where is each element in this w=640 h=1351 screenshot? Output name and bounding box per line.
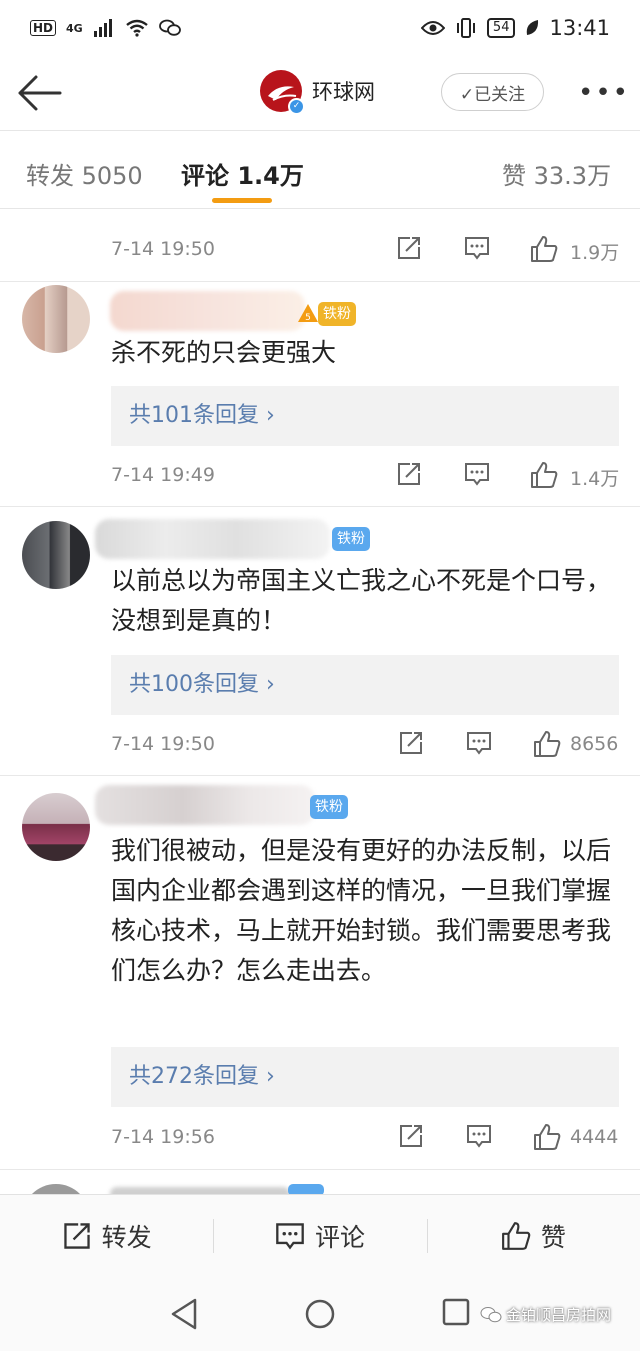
leaf-icon [527, 20, 539, 35]
watermark: 金铂顺昌房拍网 [480, 1304, 611, 1325]
comment-icon[interactable] [466, 730, 492, 756]
top-nav-bar: ✓ 环球网 ✓已关注 ••• [0, 56, 640, 131]
divider [0, 506, 640, 507]
repost-icon[interactable] [398, 1123, 424, 1149]
avatar[interactable] [22, 521, 90, 589]
comment-time: 7-14 19:50 [111, 238, 215, 260]
comment-text: 我们很被动，但是没有更好的办法反制，以后国内企业都会遇到这样的情况，一旦我们掌握… [111, 836, 612, 985]
avatar[interactable] [22, 1184, 90, 1194]
status-left: HD 4G [30, 19, 181, 37]
repost-icon[interactable] [396, 235, 422, 261]
comment-time: 7-14 19:50 [111, 733, 215, 755]
wechat-icon [480, 1306, 502, 1322]
tab-bar: 转发 5050 评论 1.4万 赞 33.3万 [0, 131, 640, 209]
account-name: 环球网 [312, 80, 375, 104]
comment-button[interactable]: 评论 [213, 1195, 426, 1276]
clock: 13:41 [549, 16, 610, 40]
comment-time: 7-14 19:56 [111, 1126, 215, 1148]
repost-icon [63, 1222, 90, 1249]
account-header[interactable]: ✓ 环球网 [260, 70, 375, 115]
like-icon[interactable] [530, 461, 558, 489]
repost-button[interactable]: 转发 [0, 1195, 213, 1276]
iron-fan-badge: 铁粉 [318, 302, 356, 326]
view-replies-link[interactable]: 共101条回复 › [111, 386, 619, 446]
view-replies-link[interactable]: 共100条回复 › [111, 655, 619, 715]
comment-text: 以前总以为帝国主义亡我之心不死是个口号，没想到是真的！ [111, 566, 612, 635]
network-type: 4G [66, 21, 83, 35]
avatar[interactable] [22, 285, 90, 353]
watermark-text: 金铂顺昌房拍网 [506, 1306, 612, 1324]
eye-icon [420, 21, 445, 35]
like-count: 4444 [570, 1126, 619, 1148]
like-button[interactable]: 赞 [426, 1195, 640, 1276]
like-icon[interactable] [533, 1123, 561, 1151]
repost-icon[interactable] [396, 461, 422, 487]
fan-level-icon: 5 [298, 304, 318, 323]
prev-comment-actions: 7-14 19:50 1.9万 [0, 221, 640, 281]
status-bar: HD 4G 54 13:41 [0, 0, 640, 56]
comment-icon[interactable] [464, 461, 490, 487]
like-count: 1.4万 [570, 468, 620, 490]
system-nav-bar: 金铂顺昌房拍网 [0, 1276, 640, 1351]
vibrate-icon [456, 18, 475, 38]
status-right: 54 13:41 [420, 16, 610, 40]
bottom-action-bar: 转发 评论 赞 [0, 1194, 640, 1276]
account-logo: ✓ [260, 70, 305, 115]
like-label: 赞 [540, 1222, 566, 1252]
tab-repost[interactable]: 转发 5050 [26, 156, 143, 191]
comment-actions: 7-14 19:56 4444 [0, 1109, 640, 1169]
like-icon[interactable] [530, 235, 558, 263]
tab-likes[interactable]: 赞 33.3万 [502, 156, 611, 191]
verified-icon: ✓ [288, 98, 305, 115]
view-replies-link[interactable]: 共272条回复 › [111, 1047, 619, 1107]
comment-text: 杀不死的只会更强大 [111, 338, 337, 367]
like-count: 1.9万 [570, 242, 620, 264]
comment-icon[interactable] [466, 1123, 492, 1149]
back-arrow-icon[interactable] [16, 74, 62, 112]
blurred-username[interactable] [95, 519, 330, 559]
like-icon [501, 1221, 531, 1250]
comment-label: 评论 [314, 1222, 365, 1252]
nav-recents-icon[interactable] [442, 1298, 470, 1326]
svg-text:5: 5 [305, 313, 311, 323]
wifi-icon [125, 19, 148, 37]
divider [0, 1169, 640, 1170]
nav-home-icon[interactable] [304, 1298, 336, 1330]
comment-actions: 7-14 19:49 1.4万 [0, 447, 640, 507]
more-menu-icon[interactable]: ••• [578, 78, 630, 108]
iron-fan-badge [288, 1184, 324, 1194]
battery-indicator: 54 [486, 18, 516, 38]
iron-fan-badge: 铁粉 [332, 527, 370, 551]
avatar[interactable] [22, 793, 90, 861]
iron-fan-badge: 铁粉 [310, 795, 348, 819]
comment-icon[interactable] [464, 235, 490, 261]
blurred-username[interactable] [95, 785, 315, 825]
hd-indicator: HD [30, 20, 57, 36]
comment-icon [276, 1222, 304, 1249]
wechat-status-icon [158, 19, 181, 36]
blurred-username[interactable] [110, 1187, 290, 1194]
nav-back-icon[interactable] [170, 1298, 198, 1330]
comment-actions: 7-14 19:50 8656 [0, 716, 640, 776]
signal-icon [93, 19, 112, 37]
repost-icon[interactable] [398, 730, 424, 756]
blurred-username[interactable] [110, 291, 305, 331]
tab-comments[interactable]: 评论 1.4万 [181, 156, 304, 191]
like-count: 8656 [570, 733, 619, 755]
repost-label: 转发 [101, 1222, 152, 1252]
following-button[interactable]: ✓已关注 [441, 73, 544, 111]
divider [0, 775, 640, 776]
comment-feed: 7-14 19:50 1.9万 5 铁粉 杀不死的只会更强大 共101条回复 ›… [0, 209, 640, 1194]
divider [0, 281, 640, 282]
active-tab-indicator [212, 198, 272, 203]
comment-time: 7-14 19:49 [111, 464, 215, 486]
like-icon[interactable] [533, 730, 561, 758]
